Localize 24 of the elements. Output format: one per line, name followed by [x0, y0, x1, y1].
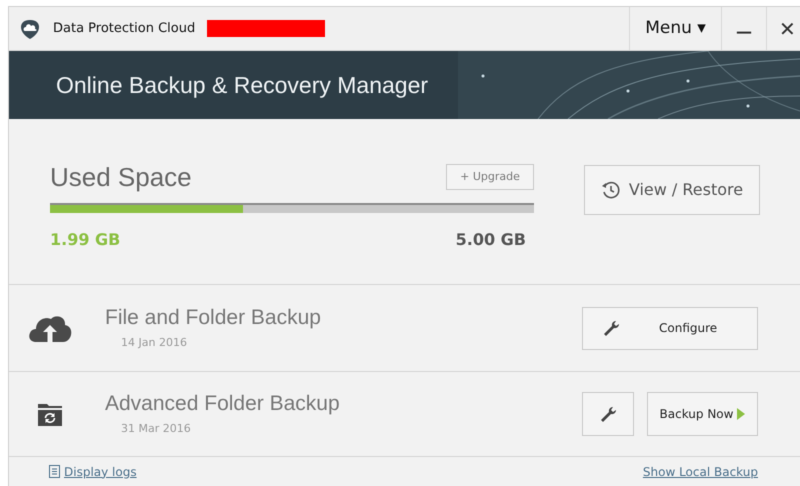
used-space-title: Used Space [50, 160, 192, 194]
menu-button[interactable]: Menu ▾ [629, 7, 721, 50]
cloud-shield-logo-icon [19, 18, 41, 40]
configure-button[interactable]: Configure [582, 306, 758, 350]
backup-title: Advanced Folder Backup [105, 390, 341, 417]
backup-title: File and Folder Backup [105, 304, 322, 331]
minimize-button[interactable]: — [721, 7, 766, 50]
view-restore-button[interactable]: View / Restore [584, 165, 760, 215]
folder-sync-icon [37, 401, 63, 427]
used-amount: 1.99 GB [50, 229, 120, 251]
play-icon [737, 408, 746, 420]
configure-button[interactable] [582, 392, 634, 436]
show-local-backup-link[interactable]: Show Local Backup [642, 462, 758, 480]
total-amount: 5.00 GB [456, 229, 526, 251]
display-logs-link[interactable]: Display logs [49, 462, 137, 480]
history-icon [600, 180, 621, 200]
backup-date: 31 Mar 2016 [121, 420, 192, 437]
backup-now-button[interactable]: Backup Now [647, 392, 758, 436]
window-title: Data Protection Cloud [53, 20, 196, 38]
log-icon [49, 465, 60, 478]
banner-title: Online Backup & Recovery Manager [56, 70, 428, 100]
upgrade-button[interactable]: + Upgrade [446, 164, 534, 190]
close-button[interactable]: ✕ [766, 7, 800, 50]
backup-date: 14 Jan 2016 [121, 334, 188, 351]
